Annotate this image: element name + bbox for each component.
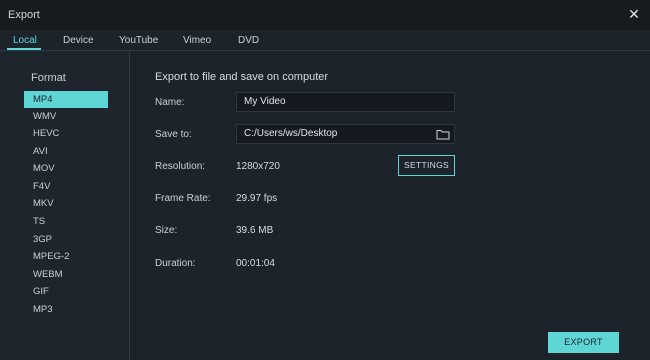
tab-youtube[interactable]: YouTube bbox=[119, 35, 158, 46]
size-value: 39.6 MB bbox=[236, 225, 274, 236]
size-label: Size: bbox=[155, 225, 178, 236]
format-item-mkv[interactable]: MKV bbox=[24, 195, 108, 212]
frame-rate-label: Frame Rate: bbox=[155, 193, 211, 204]
close-icon[interactable]: ✕ bbox=[627, 7, 641, 21]
format-item-hevc[interactable]: HEVC bbox=[24, 125, 108, 142]
export-button[interactable]: EXPORT bbox=[548, 332, 619, 353]
save-to-input-value: C:/Users/ws/Desktop bbox=[244, 128, 338, 139]
format-item-mp4[interactable]: MP4 bbox=[24, 91, 108, 108]
format-item-mpeg2[interactable]: MPEG-2 bbox=[24, 248, 108, 265]
window-title: Export bbox=[8, 9, 40, 21]
panel-heading: Export to file and save on computer bbox=[155, 71, 329, 83]
duration-value: 00:01:04 bbox=[236, 258, 275, 269]
frame-rate-value: 29.97 fps bbox=[236, 193, 278, 204]
save-to-input[interactable]: C:/Users/ws/Desktop bbox=[236, 124, 455, 144]
tab-local[interactable]: Local bbox=[13, 35, 37, 46]
folder-icon[interactable] bbox=[436, 128, 450, 140]
duration-label: Duration: bbox=[155, 258, 196, 269]
save-to-label: Save to: bbox=[155, 129, 192, 140]
tab-vimeo[interactable]: Vimeo bbox=[183, 35, 211, 46]
settings-button[interactable]: SETTINGS bbox=[398, 155, 455, 176]
format-item-f4v[interactable]: F4V bbox=[24, 178, 108, 195]
format-item-wmv[interactable]: WMV bbox=[24, 108, 108, 125]
tab-device[interactable]: Device bbox=[63, 35, 94, 46]
format-item-webm[interactable]: WEBM bbox=[24, 266, 108, 283]
format-item-mp3[interactable]: MP3 bbox=[24, 301, 108, 318]
format-item-ts[interactable]: TS bbox=[24, 213, 108, 230]
format-item-mov[interactable]: MOV bbox=[24, 160, 108, 177]
format-item-gif[interactable]: GIF bbox=[24, 283, 108, 300]
active-tab-indicator bbox=[7, 48, 41, 50]
resolution-value: 1280x720 bbox=[236, 161, 280, 172]
name-input-value: My Video bbox=[244, 96, 286, 107]
tab-bar: Local Device YouTube Vimeo DVD bbox=[0, 30, 650, 51]
format-item-avi[interactable]: AVI bbox=[24, 143, 108, 160]
title-bar: Export ✕ bbox=[0, 0, 650, 30]
name-input[interactable]: My Video bbox=[236, 92, 455, 112]
export-settings-panel: Export to file and save on computer Name… bbox=[130, 51, 650, 360]
name-label: Name: bbox=[155, 97, 185, 108]
resolution-label: Resolution: bbox=[155, 161, 206, 172]
format-item-3gp[interactable]: 3GP bbox=[24, 231, 108, 248]
format-sidebar: Format MP4 WMV HEVC AVI MOV F4V MKV TS 3… bbox=[0, 51, 130, 360]
format-heading: Format bbox=[31, 72, 66, 84]
tab-dvd[interactable]: DVD bbox=[238, 35, 259, 46]
